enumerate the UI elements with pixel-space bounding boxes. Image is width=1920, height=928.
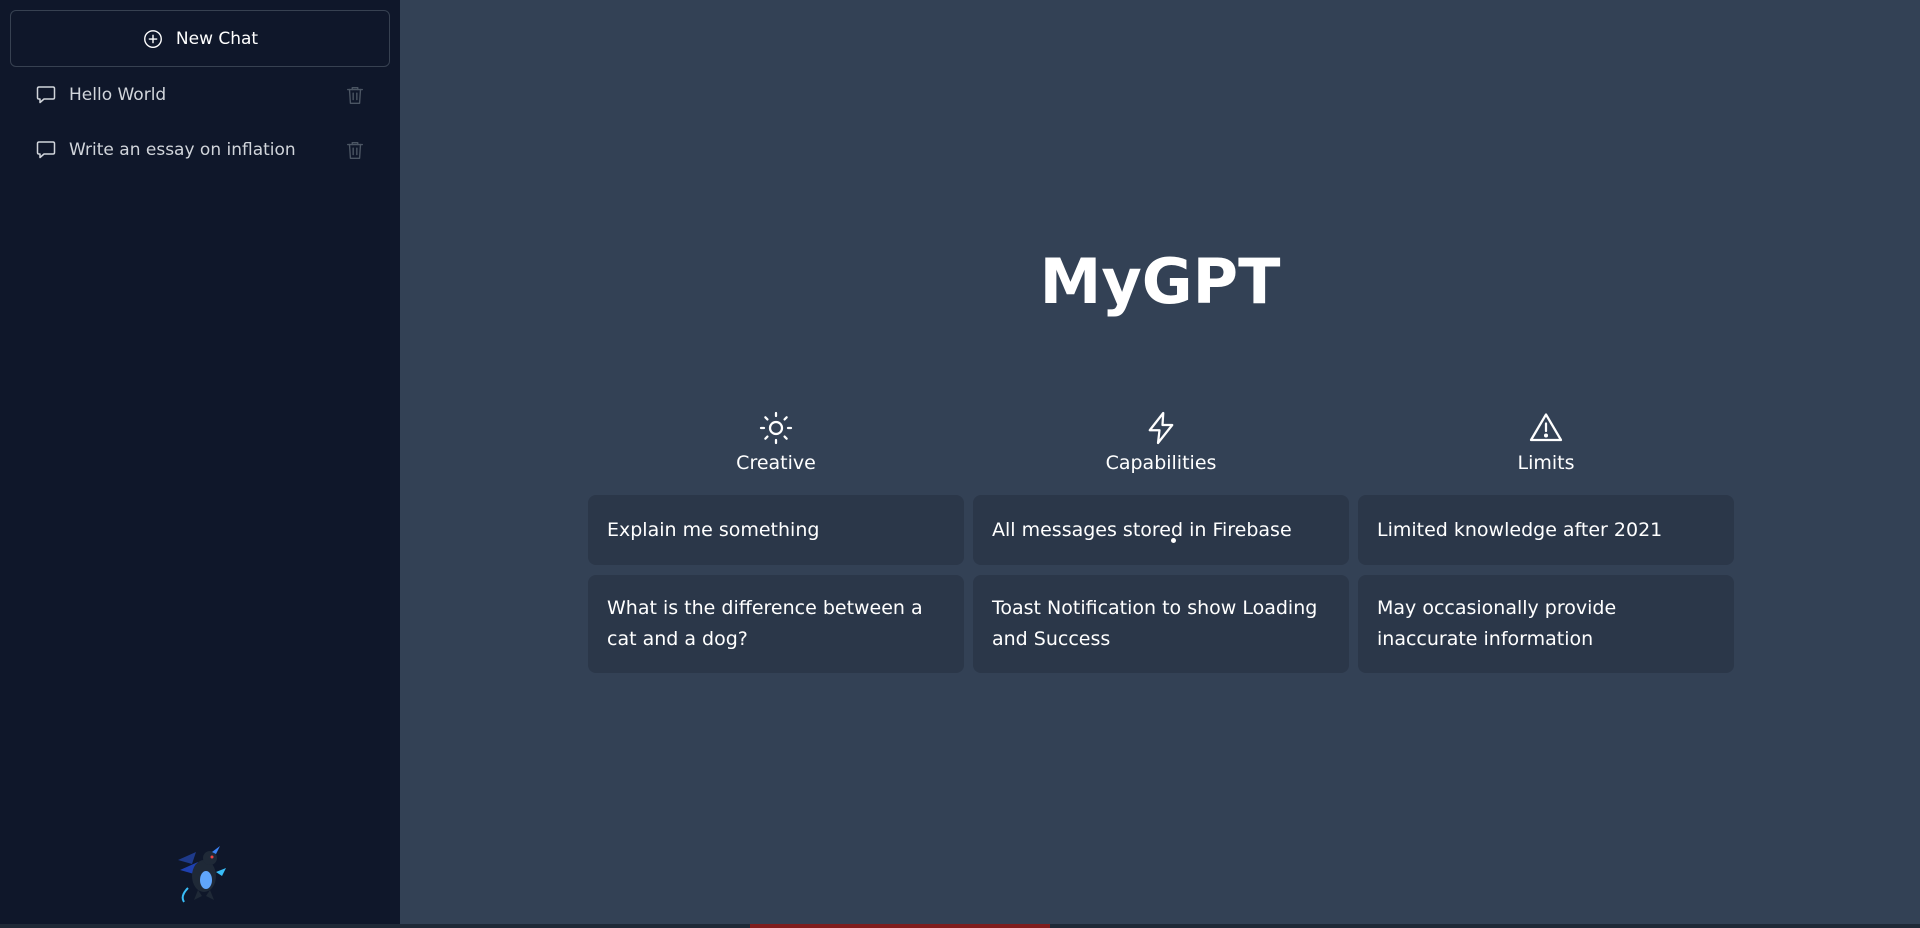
- prompt-card[interactable]: Explain me something: [588, 495, 964, 565]
- info-card: All messages stored in Firebase: [973, 495, 1349, 565]
- chat-item-label: Write an essay on inflation: [69, 140, 296, 160]
- sidebar: New Chat Hello World Write an essay on i…: [0, 0, 400, 924]
- chat-item-essay-inflation[interactable]: Write an essay on inflation: [34, 130, 366, 170]
- column-title: Creative: [736, 452, 816, 474]
- page-title: MyGPT: [1039, 245, 1281, 318]
- chat-bubble-icon: [34, 138, 58, 162]
- info-card: May occasionally provide inaccurate info…: [1358, 575, 1734, 673]
- user-avatar[interactable]: [168, 840, 234, 906]
- trash-icon[interactable]: [344, 138, 366, 162]
- bottom-bar-accent: [750, 924, 1050, 928]
- chat-item-hello-world[interactable]: Hello World: [34, 75, 366, 115]
- bottom-bar: [0, 924, 1920, 928]
- info-card: Limited knowledge after 2021: [1358, 495, 1734, 565]
- sun-icon: [758, 410, 794, 446]
- mouse-cursor: [1171, 538, 1176, 543]
- app: New Chat Hello World Write an essay on i…: [0, 0, 1920, 928]
- column-creative: Creative Explain me something What is th…: [588, 410, 964, 673]
- chat-bubble-icon: [34, 83, 58, 107]
- new-chat-button[interactable]: New Chat: [10, 10, 390, 67]
- new-chat-label: New Chat: [175, 28, 259, 49]
- main-panel: MyGPT Creative Explain me something What…: [400, 0, 1920, 924]
- prompt-card[interactable]: What is the difference between a cat and…: [588, 575, 964, 673]
- column-header: Capabilities: [973, 410, 1349, 478]
- column-title: Capabilities: [1105, 452, 1217, 474]
- bolt-icon: [1143, 410, 1179, 446]
- info-card: Toast Notification to show Loading and S…: [973, 575, 1349, 673]
- column-header: Limits: [1358, 410, 1734, 478]
- column-header: Creative: [588, 410, 964, 478]
- plus-circle-icon: [142, 28, 164, 50]
- column-title: Limits: [1517, 452, 1575, 474]
- chat-item-label: Hello World: [69, 85, 167, 105]
- trash-icon[interactable]: [344, 83, 366, 107]
- warning-triangle-icon: [1528, 410, 1564, 446]
- column-capabilities: Capabilities All messages stored in Fire…: [973, 410, 1349, 673]
- column-limits: Limits Limited knowledge after 2021 May …: [1358, 410, 1734, 673]
